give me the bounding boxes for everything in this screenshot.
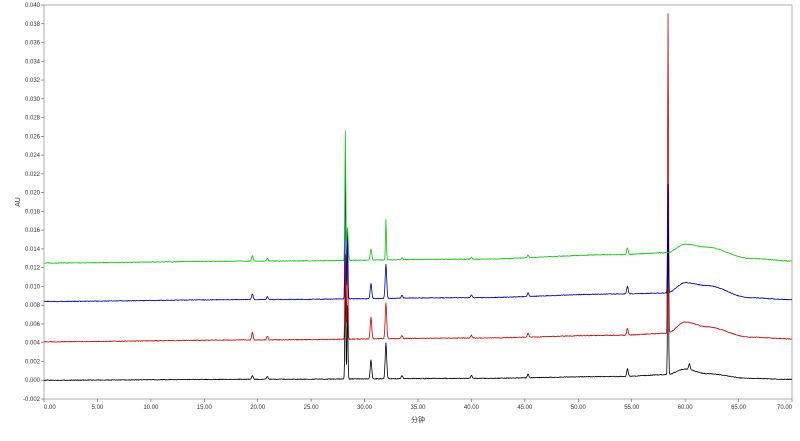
- x-tick-label: 25.00: [304, 405, 320, 411]
- y-tick-label: 0.016: [25, 228, 41, 234]
- x-tick-label: 10.00: [143, 405, 159, 411]
- y-axis-title: AU: [15, 197, 22, 207]
- x-axis-ticks: 0.00 5.00 10.00 15.00 20.00 25.00 30.00 35.00 40…: [43, 399, 793, 411]
- x-tick-label: 60.00: [678, 405, 694, 411]
- x-tick-label: 15.00: [197, 405, 213, 411]
- y-tick-label: 0.014: [25, 247, 41, 253]
- x-tick-label: 35.00: [410, 405, 426, 411]
- y-tick-label: 0.026: [25, 134, 41, 140]
- y-tick-label: 0.010: [25, 284, 41, 290]
- y-tick-label: 0.006: [25, 322, 41, 328]
- x-tick-label: 30.00: [357, 405, 373, 411]
- x-tick-label: 50.00: [571, 405, 587, 411]
- x-tick-label: 20.00: [250, 405, 266, 411]
- x-tick-label: 40.00: [464, 405, 480, 411]
- x-tick-label: 5.00: [92, 405, 104, 411]
- y-tick-label: 0.028: [25, 116, 41, 122]
- x-tick-label: 55.00: [624, 405, 640, 411]
- y-tick-label: 0.020: [25, 191, 41, 197]
- plot-area: [43, 4, 793, 400]
- y-axis-ticks: -0.002 0.000 0.002 0.004 0.006 0.008 0.010 0.01…: [23, 3, 44, 403]
- chromatogram-chart: 0.00 5.00 10.00 15.00 20.00 25.00 30.00 35.00 40…: [15, 3, 793, 424]
- x-tick-label: 0.00: [44, 405, 56, 411]
- y-tick-label: 0.004: [25, 341, 41, 347]
- y-tick-label: 0.008: [25, 303, 41, 309]
- x-tick-label: 45.00: [517, 405, 533, 411]
- y-tick-label: 0.034: [25, 59, 41, 65]
- x-tick-label: 70.00: [777, 405, 793, 411]
- y-tick-label: 0.000: [25, 378, 41, 384]
- x-axis-title: 分钟: [411, 415, 425, 424]
- y-tick-label: 0.038: [25, 22, 41, 28]
- y-tick-label: 0.030: [25, 97, 41, 103]
- y-tick-label: 0.018: [25, 209, 41, 215]
- y-tick-label: 0.002: [25, 359, 41, 365]
- y-tick-label: 0.012: [25, 266, 41, 272]
- y-tick-label: -0.002: [23, 397, 41, 403]
- y-tick-label: 0.022: [25, 172, 41, 178]
- y-tick-label: 0.024: [25, 153, 41, 159]
- x-tick-label: 65.00: [731, 405, 747, 411]
- y-tick-label: 0.040: [25, 3, 41, 9]
- y-tick-label: 0.036: [25, 41, 41, 47]
- y-tick-label: 0.032: [25, 78, 41, 84]
